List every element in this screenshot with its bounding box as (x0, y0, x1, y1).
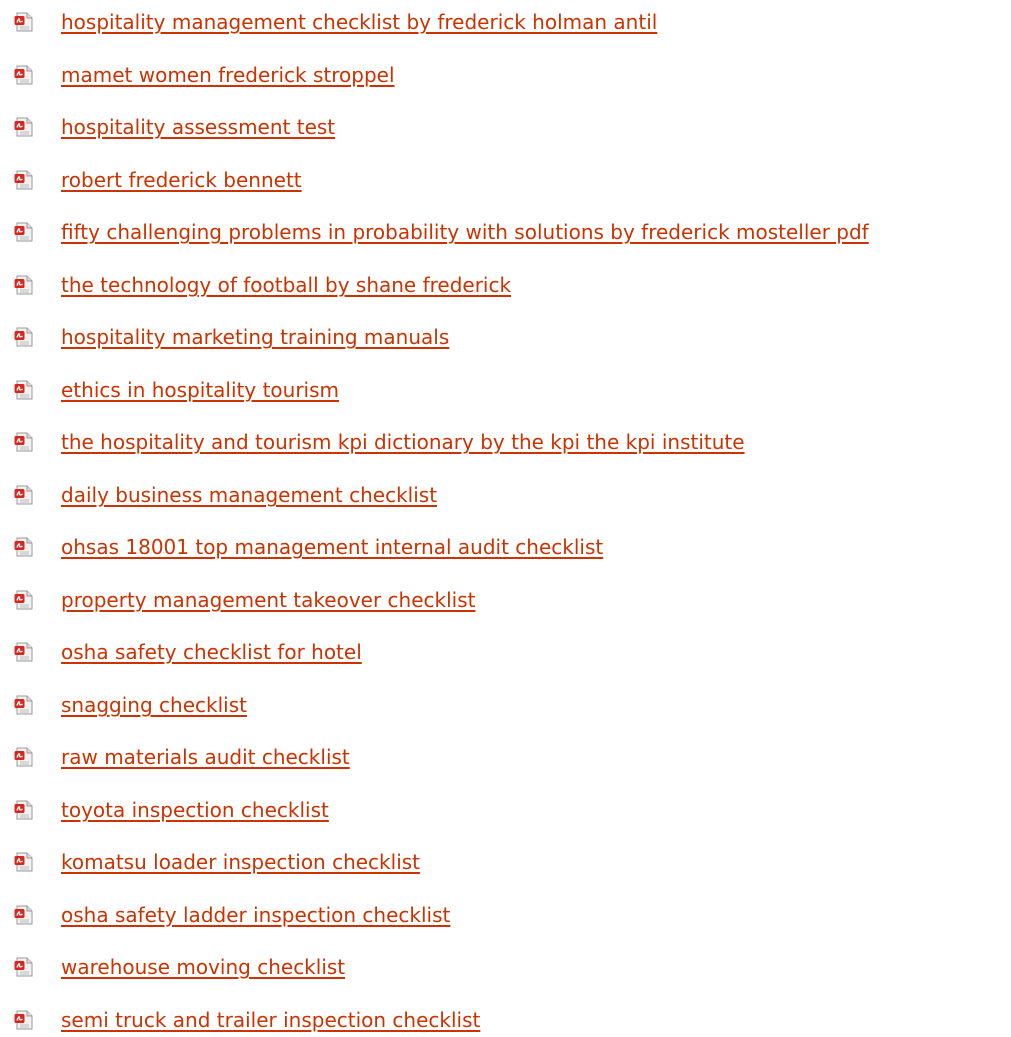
pdf-file-icon (14, 170, 34, 190)
pdf-file-icon (14, 905, 34, 925)
list-item: osha safety checklist for hotel (0, 635, 1011, 669)
document-link[interactable]: the technology of football by shane fred… (61, 272, 511, 298)
pdf-file-icon (14, 590, 34, 610)
document-link[interactable]: snagging checklist (61, 692, 247, 718)
list-item: mamet women frederick stroppel (0, 58, 1011, 92)
pdf-file-icon (14, 275, 34, 295)
list-item: komatsu loader inspection checklist (0, 845, 1011, 879)
document-link[interactable]: hospitality marketing training manuals (61, 324, 449, 350)
pdf-file-icon (14, 800, 34, 820)
document-link[interactable]: osha safety checklist for hotel (61, 639, 362, 665)
list-item: toyota inspection checklist (0, 793, 1011, 827)
list-item: ethics in hospitality tourism (0, 373, 1011, 407)
document-link[interactable]: ethics in hospitality tourism (61, 377, 339, 403)
list-item: osha safety ladder inspection checklist (0, 898, 1011, 932)
pdf-file-icon (14, 537, 34, 557)
pdf-file-icon (14, 380, 34, 400)
pdf-file-icon (14, 12, 34, 32)
document-link[interactable]: hospitality management checklist by fred… (61, 9, 657, 35)
document-link[interactable]: raw materials audit checklist (61, 744, 350, 770)
document-link[interactable]: daily business management checklist (61, 482, 437, 508)
list-item: fifty challenging problems in probabilit… (0, 215, 1011, 249)
list-item: robert frederick bennett (0, 163, 1011, 197)
list-item: ohsas 18001 top management internal audi… (0, 530, 1011, 564)
document-link[interactable]: warehouse moving checklist (61, 954, 345, 980)
pdf-file-icon (14, 957, 34, 977)
document-link[interactable]: property management takeover checklist (61, 587, 475, 613)
list-item: the hospitality and tourism kpi dictiona… (0, 425, 1011, 459)
pdf-file-icon (14, 117, 34, 137)
document-link[interactable]: semi truck and trailer inspection checkl… (61, 1007, 480, 1033)
list-item: the technology of football by shane fred… (0, 268, 1011, 302)
document-link[interactable]: osha safety ladder inspection checklist (61, 902, 450, 928)
pdf-file-icon (14, 222, 34, 242)
list-item: hospitality marketing training manuals (0, 320, 1011, 354)
pdf-file-icon (14, 327, 34, 347)
document-link[interactable]: hospitality assessment test (61, 114, 335, 140)
document-link[interactable]: robert frederick bennett (61, 167, 302, 193)
document-link[interactable]: toyota inspection checklist (61, 797, 329, 823)
pdf-file-icon (14, 1010, 34, 1030)
list-item: hospitality assessment test (0, 110, 1011, 144)
list-item: daily business management checklist (0, 478, 1011, 512)
document-link[interactable]: komatsu loader inspection checklist (61, 849, 420, 875)
pdf-file-icon (14, 432, 34, 452)
pdf-file-icon (14, 65, 34, 85)
document-link[interactable]: mamet women frederick stroppel (61, 62, 395, 88)
list-item: warehouse moving checklist (0, 950, 1011, 984)
list-item: raw materials audit checklist (0, 740, 1011, 774)
list-item: semi truck and trailer inspection checkl… (0, 1003, 1011, 1037)
pdf-file-icon (14, 852, 34, 872)
document-link[interactable]: fifty challenging problems in probabilit… (61, 219, 869, 245)
pdf-file-icon (14, 747, 34, 767)
pdf-file-icon (14, 695, 34, 715)
document-link[interactable]: ohsas 18001 top management internal audi… (61, 534, 603, 560)
pdf-file-icon (14, 642, 34, 662)
pdf-file-icon (14, 485, 34, 505)
list-item: snagging checklist (0, 688, 1011, 722)
list-item: hospitality management checklist by fred… (0, 5, 1011, 39)
list-item: property management takeover checklist (0, 583, 1011, 617)
document-link[interactable]: the hospitality and tourism kpi dictiona… (61, 429, 745, 455)
